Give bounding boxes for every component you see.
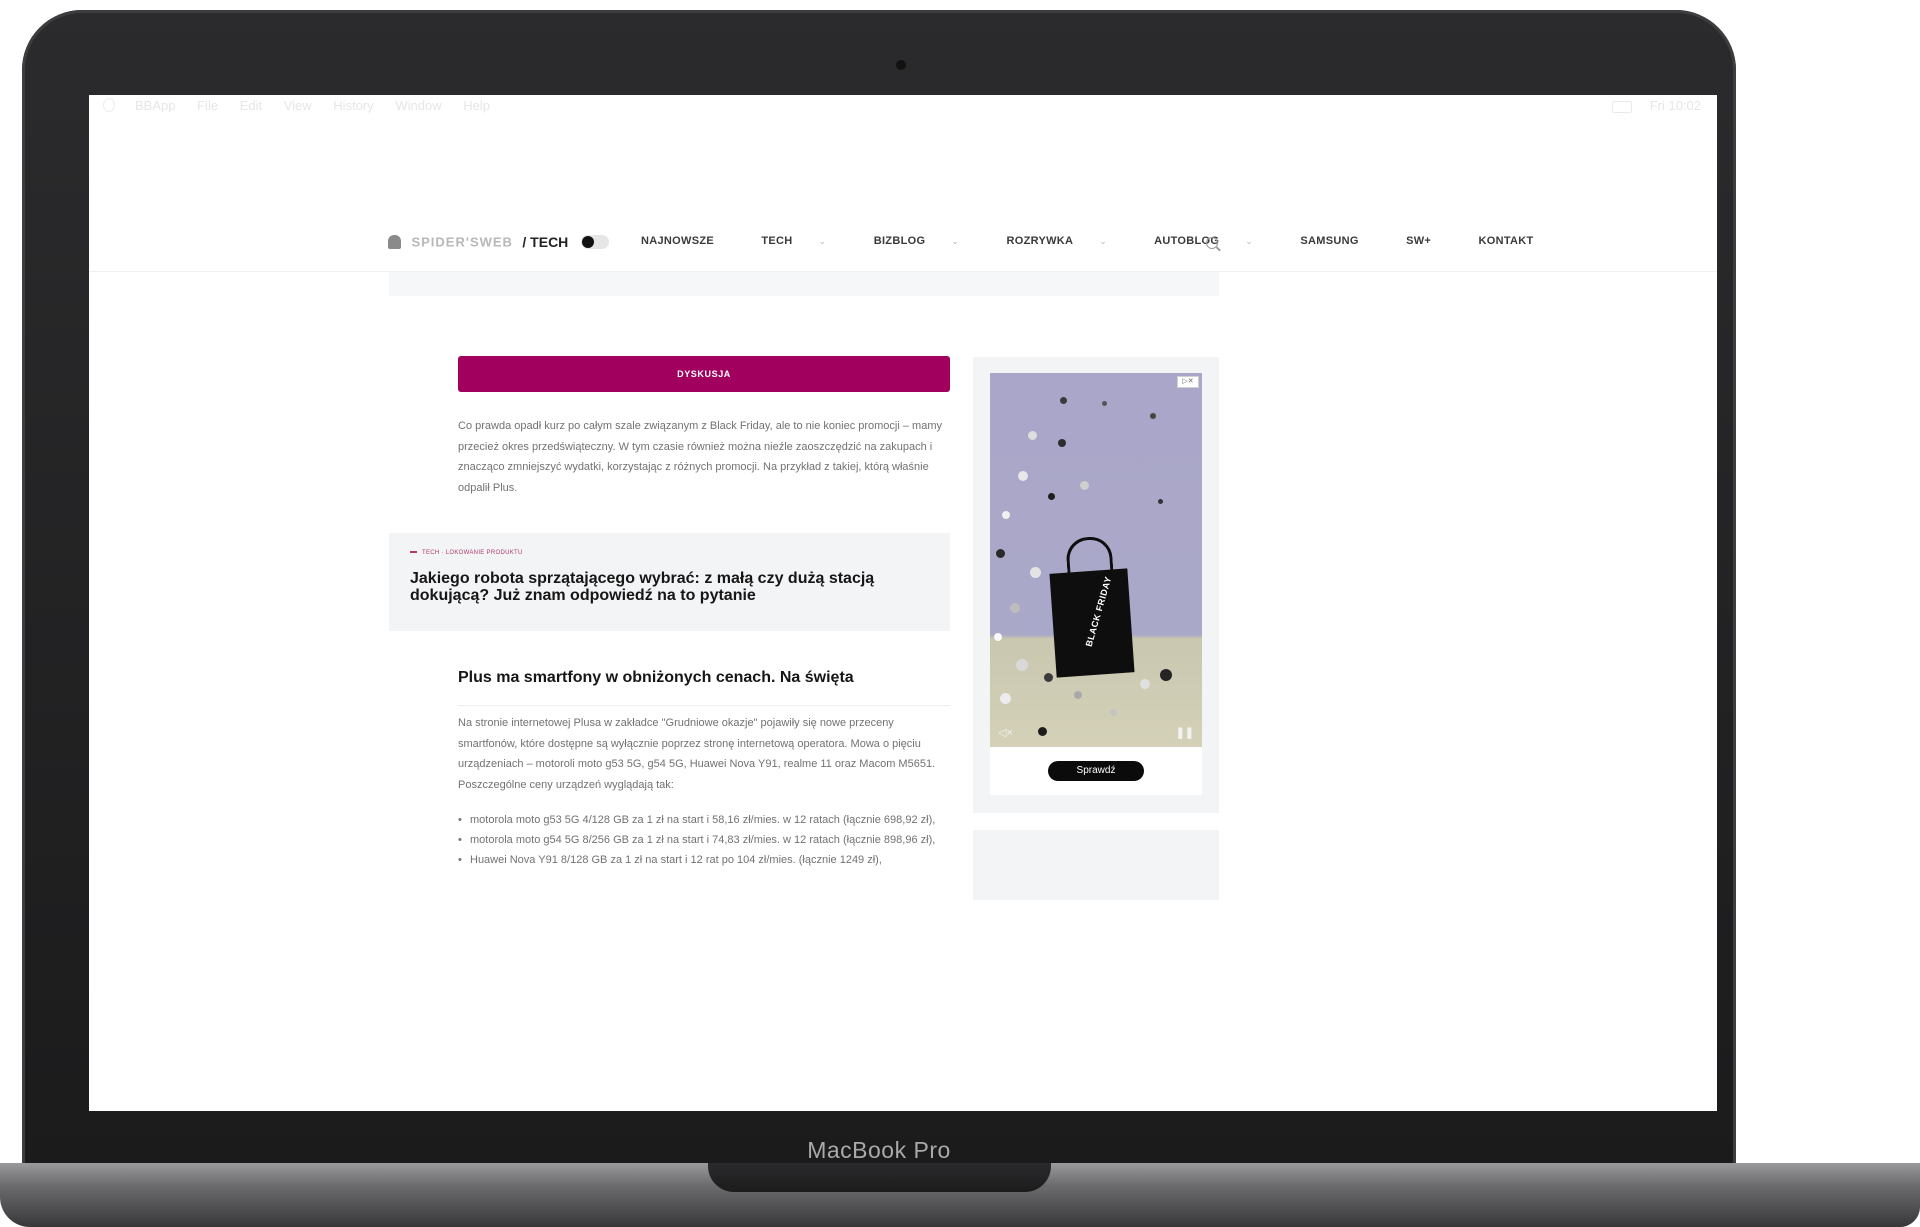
laptop-lid: BBApp File Edit View History Window Help…	[22, 10, 1736, 1168]
confetti	[1102, 401, 1107, 406]
confetti	[1110, 709, 1117, 716]
nav-item-bizblog[interactable]: BIZBLOG ⌄	[874, 235, 981, 247]
article-body: Na stronie internetowej Plusa w zakładce…	[458, 717, 936, 791]
menu-bar: BBApp File Edit View History Window Help…	[89, 95, 1717, 117]
confetti	[1160, 669, 1172, 681]
search-icon[interactable]	[1206, 237, 1218, 249]
confetti	[994, 633, 1002, 641]
nav-label: SAMSUNG	[1300, 235, 1359, 247]
confetti	[1044, 673, 1053, 682]
chevron-down-icon: ⌄	[951, 236, 960, 246]
confetti	[1080, 481, 1089, 490]
nav-item-najnowsze[interactable]: NAJNOWSZE	[641, 235, 736, 247]
menu-item-history[interactable]: History	[333, 98, 373, 113]
battery-icon[interactable]	[1612, 100, 1633, 113]
confetti	[1140, 679, 1150, 689]
nav-item-sw-plus[interactable]: SW+	[1406, 235, 1453, 247]
confetti	[1048, 493, 1055, 500]
discussion-button[interactable]: DYSKUSJA	[458, 356, 950, 392]
shopping-bag-graphic: BLACK FRIDAY	[1049, 535, 1135, 678]
related-category[interactable]: TECH · LOKOWANIE PRODUKTU	[410, 550, 523, 556]
price-list: motorola moto g53 5G 4/128 GB za 1 zł na…	[458, 810, 948, 900]
menu-status: Fri 10:02	[1598, 98, 1701, 113]
laptop-base	[0, 1163, 1920, 1227]
site-logo[interactable]: SPIDER'SWEB / TECH	[388, 233, 609, 253]
confetti	[1038, 727, 1047, 736]
nav-item-tech[interactable]: TECH ⌄	[761, 235, 848, 247]
nav-item-samsung[interactable]: SAMSUNG	[1300, 235, 1380, 247]
confetti	[1010, 603, 1020, 613]
confetti	[1028, 431, 1037, 440]
bag-handle	[1065, 535, 1114, 582]
apple-icon[interactable]	[103, 98, 115, 112]
confetti	[1000, 693, 1011, 704]
header-strip	[389, 272, 1219, 296]
divider	[458, 705, 950, 706]
device-model-label: MacBook Pro	[807, 1137, 951, 1163]
list-item: Huawei Nova Y91 8/128 GB za 1 zł na star…	[458, 850, 948, 870]
menu-item-window[interactable]: Window	[395, 98, 441, 113]
nav-item-rozrywka[interactable]: ROZRYWKA ⌄	[1007, 235, 1130, 247]
related-article-card[interactable]: TECH · LOKOWANIE PRODUKTU Jakiego robota…	[389, 533, 950, 631]
confetti	[996, 549, 1005, 558]
ad-cta-button[interactable]: Sprawdź	[1048, 761, 1144, 781]
sidebar-ad: BLACK FRIDAY ▷✕ ◁× ❚❚ Sprawdź	[973, 357, 1219, 813]
main-nav: NAJNOWSZE TECH ⌄ BIZBLOG ⌄ ROZRYWKA ⌄ AUTOB…	[641, 235, 1578, 247]
nav-label: SW+	[1406, 235, 1432, 247]
bag-print: BLACK FRIDAY	[1083, 575, 1114, 648]
nav-label: ROZRYWKA	[1006, 235, 1074, 247]
menu-item-file[interactable]: File	[197, 98, 218, 113]
confetti	[1002, 511, 1010, 519]
sidebar-placeholder	[973, 830, 1219, 900]
menu-item-app[interactable]: BBApp	[135, 98, 175, 113]
pause-icon[interactable]: ❚❚	[1176, 726, 1194, 739]
confetti	[1058, 439, 1066, 447]
nav-item-kontakt[interactable]: KONTAKT	[1479, 235, 1556, 247]
ad-choices-icon[interactable]: ▷✕	[1177, 376, 1199, 388]
list-item: motorola moto g54 5G 8/256 GB za 1 zł na…	[458, 830, 948, 850]
screen: BBApp File Edit View History Window Help…	[89, 95, 1717, 1111]
confetti	[1150, 413, 1156, 419]
logo-section: / TECH	[522, 233, 569, 250]
confetti	[1030, 567, 1041, 578]
section-heading: Plus ma smartfony w obniżonych cenach. N…	[458, 669, 854, 686]
clock[interactable]: Fri 10:02	[1650, 98, 1701, 113]
spider-logo-icon	[388, 234, 401, 249]
menu-item-view[interactable]: View	[284, 98, 312, 113]
ad-video[interactable]: BLACK FRIDAY ▷✕ ◁× ❚❚	[990, 373, 1202, 747]
nav-label: NAJNOWSZE	[641, 235, 714, 247]
chevron-down-icon: ⌄	[818, 236, 827, 246]
site-header: SPIDER'SWEB / TECH NAJNOWSZE TECH ⌄ BIZBL…	[89, 215, 1717, 272]
speaker-muted-icon[interactable]: ◁×	[998, 726, 1013, 739]
chevron-down-icon: ⌄	[1245, 236, 1254, 246]
menu-item-help[interactable]: Help	[463, 98, 490, 113]
camera-dot	[896, 60, 906, 70]
menu-item-edit[interactable]: Edit	[240, 98, 262, 113]
category-dash	[410, 551, 417, 554]
confetti	[1074, 691, 1082, 699]
list-item: motorola moto g53 5G 4/128 GB za 1 zł na…	[458, 810, 948, 830]
confetti	[1158, 499, 1163, 504]
related-category-label: TECH · LOKOWANIE PRODUKTU	[422, 550, 523, 556]
article-intro: Co prawda opadł kurz po całym szale zwią…	[458, 420, 942, 494]
confetti	[1016, 659, 1028, 671]
dark-mode-toggle[interactable]	[580, 234, 609, 249]
logo-text: SPIDER'SWEB	[411, 234, 513, 250]
nav-label: BIZBLOG	[873, 235, 926, 247]
menu-items: BBApp File Edit View History Window Help	[135, 98, 508, 113]
base-notch	[708, 1163, 1051, 1192]
confetti	[1018, 471, 1028, 481]
ad-footer: Sprawdź	[990, 747, 1202, 795]
nav-label: KONTAKT	[1478, 235, 1534, 247]
confetti	[1060, 397, 1067, 404]
chevron-down-icon: ⌄	[1099, 236, 1108, 246]
nav-label: TECH	[761, 235, 793, 247]
related-article-title[interactable]: Jakiego robota sprzątającego wybrać: z m…	[410, 570, 890, 604]
